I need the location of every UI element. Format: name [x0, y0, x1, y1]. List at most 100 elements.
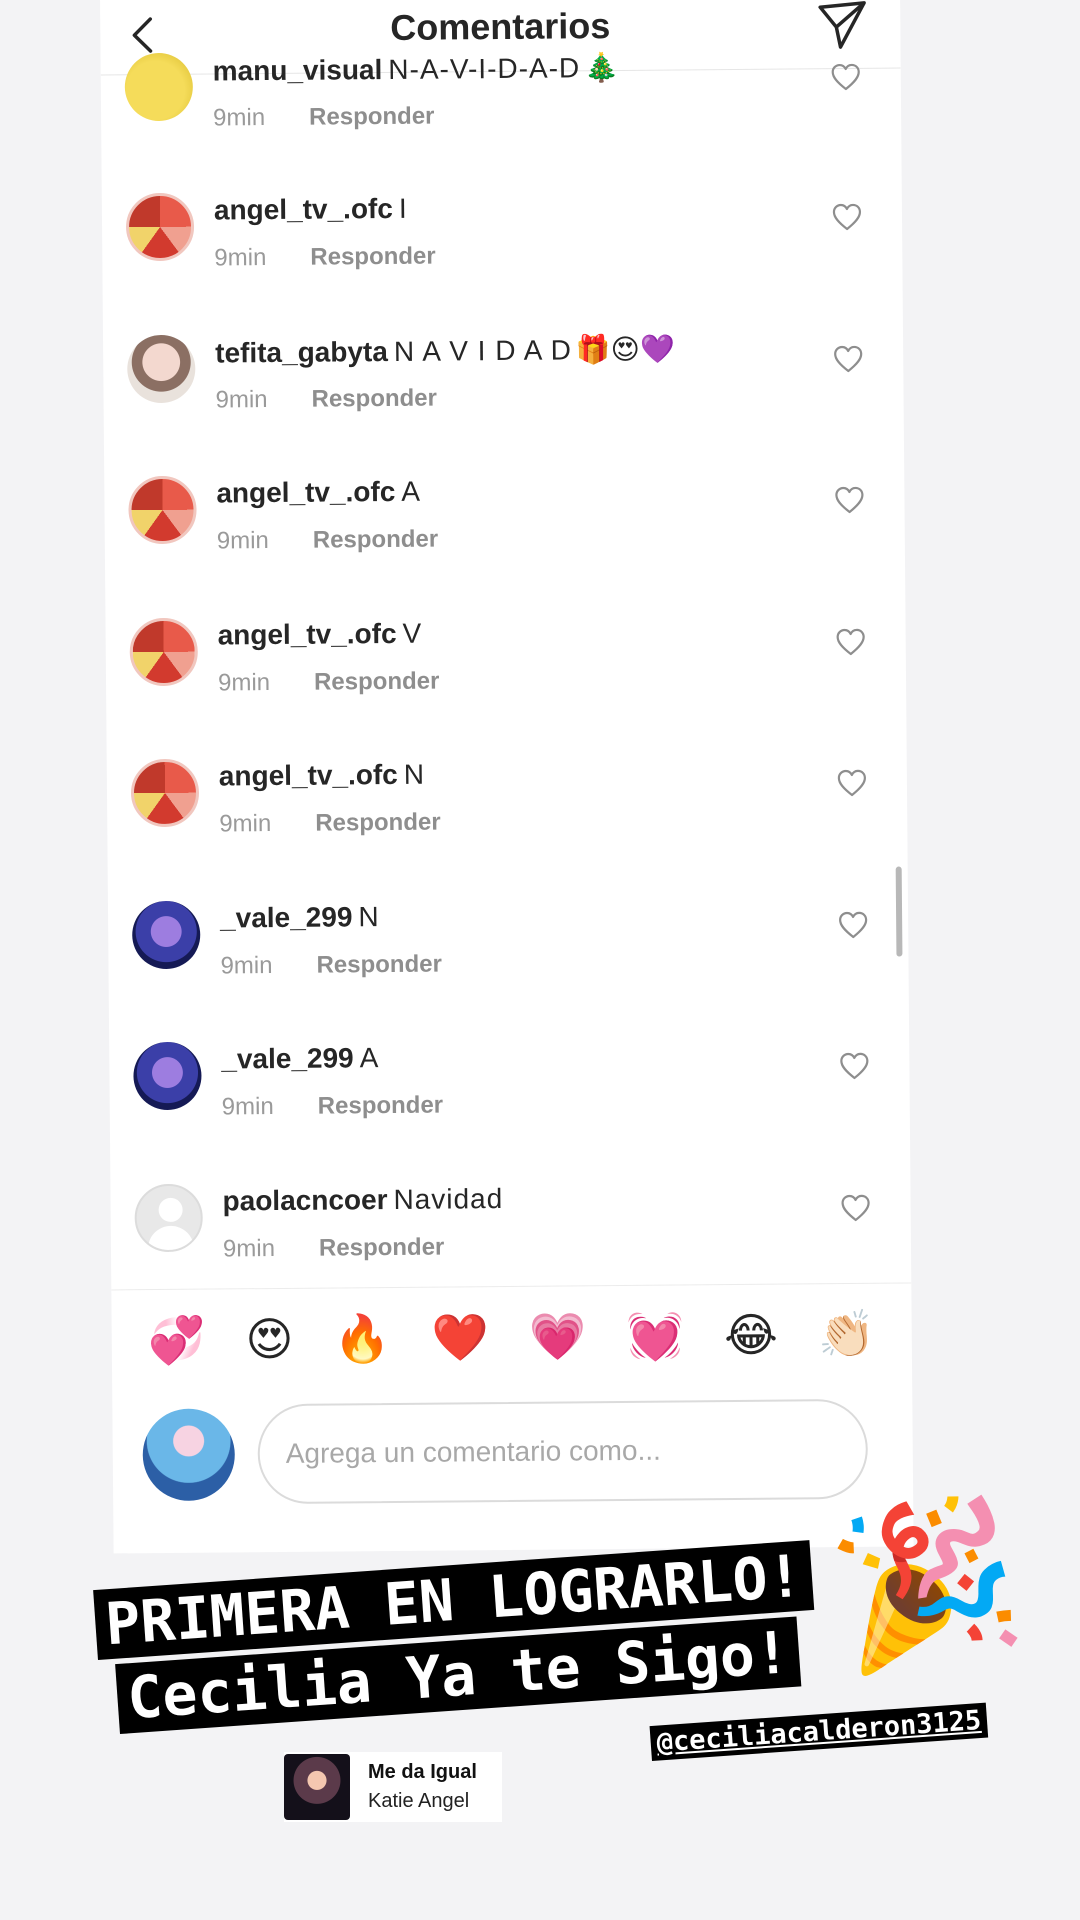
heart-outline-icon[interactable]	[834, 486, 864, 514]
commenter-avatar[interactable]	[125, 192, 195, 262]
heart-outline-icon[interactable]	[837, 769, 867, 797]
quick-emoji-bar: 💞 😍 🔥 ❤️ 💗 💓 😂 👏🏻	[111, 1282, 913, 1390]
reply-button[interactable]: Responder	[314, 667, 440, 695]
reply-button[interactable]: Responder	[313, 526, 439, 554]
comment-time: 9min	[220, 951, 273, 979]
quick-emoji-button[interactable]: 😍	[245, 1312, 293, 1364]
comment-meta: 9min Responder	[213, 103, 435, 133]
heart-outline-icon[interactable]	[841, 1193, 871, 1221]
reply-button[interactable]: Responder	[318, 1092, 444, 1120]
quick-emoji-button[interactable]: 💗	[529, 1310, 587, 1362]
reply-button[interactable]: Responder	[311, 384, 437, 412]
quick-emoji-button[interactable]: 😂	[724, 1308, 778, 1360]
comment-time: 9min	[212, 104, 266, 132]
commenter-avatar[interactable]	[133, 1041, 202, 1111]
comment-row: angel_tv_.ofc A 9min Responder	[104, 455, 905, 603]
comment-text: tefita_gabyta N A V I D A D 🎁😍💜	[215, 332, 675, 369]
comment-message: A	[359, 1042, 380, 1074]
comment-message: N	[358, 900, 380, 932]
reply-button[interactable]: Responder	[315, 809, 441, 837]
commenter-avatar[interactable]	[128, 475, 197, 545]
comment-message: A	[401, 475, 422, 507]
commenter-avatar[interactable]	[134, 1183, 203, 1252]
heart-outline-icon[interactable]	[832, 203, 862, 231]
quick-emoji-button[interactable]: ❤️	[431, 1311, 489, 1363]
quick-emoji-button[interactable]: 🔥	[334, 1312, 392, 1364]
comment-meta: 9min Responder	[223, 1233, 445, 1263]
comment-time: 9min	[214, 244, 267, 272]
comment-text: manu_visual N-A-V-I-D-A-D 🎄	[213, 51, 620, 88]
heart-outline-icon[interactable]	[833, 344, 863, 372]
comments-screenshot: Comentarios manu_visual N-A-V-I-D-A-D 🎄 9mi…	[100, 0, 914, 1554]
comment-time: 9min	[217, 668, 271, 696]
scrollbar[interactable]	[895, 866, 903, 957]
comment-list: manu_visual N-A-V-I-D-A-D 🎄 9min Responder an…	[101, 43, 912, 1312]
comment-row: manu_visual N-A-V-I-D-A-D 🎄 9min Responder	[100, 33, 901, 180]
comment-message: N A V I D A D	[393, 333, 572, 367]
commenter-avatar[interactable]	[129, 617, 199, 686]
comment-message: N-A-V-I-D-A-D	[388, 52, 581, 85]
comment-time: 9min	[219, 810, 272, 838]
comment-username[interactable]: paolacncoer	[222, 1184, 387, 1216]
comment-username[interactable]: angel_tv_.ofc	[217, 617, 396, 650]
comment-message: N	[403, 758, 426, 790]
comment-text: paolacncoer Navidad	[222, 1182, 507, 1216]
music-sticker[interactable]: Me da Igual Katie Angel	[284, 1752, 502, 1822]
reply-button[interactable]: Responder	[310, 243, 436, 271]
comment-text: _vale_299 A	[221, 1042, 383, 1075]
comment-row: _vale_299 N 9min Responder	[108, 880, 909, 1028]
song-title: Me da Igual	[368, 1761, 477, 1783]
comment-text: angel_tv_.ofc V	[217, 617, 426, 651]
comment-message: Navidad	[393, 1182, 504, 1215]
comment-time: 9min	[221, 1093, 274, 1121]
quick-emoji-button[interactable]: 💞	[148, 1313, 206, 1365]
comment-username[interactable]: _vale_299	[220, 901, 353, 933]
commenter-avatar[interactable]	[131, 900, 201, 969]
heart-outline-icon[interactable]	[836, 627, 866, 655]
comment-row: angel_tv_.ofc I 9min Responder	[102, 173, 903, 321]
commenter-avatar[interactable]	[130, 758, 200, 828]
comment-meta: 9min Responder	[220, 950, 442, 980]
comment-meta: 9min Responder	[215, 384, 437, 414]
commenter-avatar[interactable]	[126, 334, 196, 403]
comment-text: angel_tv_.ofc I	[214, 193, 412, 227]
comment-row: angel_tv_.ofc V 9min Responder	[105, 597, 906, 745]
heart-outline-icon[interactable]	[831, 63, 861, 91]
comment-text: angel_tv_.ofc N	[219, 759, 429, 793]
song-artist: Katie Angel	[368, 1790, 470, 1812]
comment-meta: 9min Responder	[217, 526, 439, 556]
comment-row: tefita_gabyta N A V I D A D 🎁😍💜 9min Respond…	[103, 314, 904, 462]
reply-button[interactable]: Responder	[309, 103, 435, 131]
comment-emoji: 🎄	[584, 51, 620, 84]
comment-meta: 9min Responder	[214, 243, 436, 273]
party-popper-icon: 🎉	[818, 1482, 1032, 1680]
comment-meta: 9min Responder	[219, 809, 441, 839]
album-cover	[284, 1754, 350, 1820]
comment-username[interactable]: angel_tv_.ofc	[214, 193, 393, 226]
comment-text: angel_tv_.ofc A	[216, 476, 425, 510]
mention-sticker[interactable]: @ceciliacalderon3125	[649, 1702, 989, 1761]
comment-time: 9min	[216, 527, 269, 555]
heart-outline-icon[interactable]	[838, 910, 868, 938]
comment-meta: 9min Responder	[218, 667, 440, 697]
comment-username[interactable]: _vale_299	[221, 1042, 354, 1074]
comment-username[interactable]: angel_tv_.ofc	[216, 476, 395, 509]
quick-emoji-button[interactable]: 👏🏻	[818, 1307, 876, 1359]
comment-row: _vale_299 A 9min Responder	[109, 1021, 910, 1169]
comment-message: V	[402, 617, 423, 649]
reply-button[interactable]: Responder	[316, 950, 442, 978]
comment-composer	[112, 1398, 913, 1515]
comment-username[interactable]: angel_tv_.ofc	[219, 759, 398, 792]
comment-username[interactable]: tefita_gabyta	[215, 335, 388, 368]
comment-meta: 9min Responder	[222, 1092, 444, 1122]
comment-username[interactable]: manu_visual	[213, 54, 383, 86]
reply-button[interactable]: Responder	[319, 1233, 445, 1261]
quick-emoji-button[interactable]: 💓	[626, 1309, 684, 1361]
commenter-avatar[interactable]	[124, 52, 194, 122]
comment-emoji: 🎁😍💜	[575, 332, 675, 365]
current-user-avatar	[142, 1408, 236, 1502]
comment-time: 9min	[215, 385, 268, 413]
comment-text: _vale_299 N	[220, 901, 384, 934]
heart-outline-icon[interactable]	[839, 1052, 869, 1080]
comment-input[interactable]	[257, 1398, 869, 1505]
